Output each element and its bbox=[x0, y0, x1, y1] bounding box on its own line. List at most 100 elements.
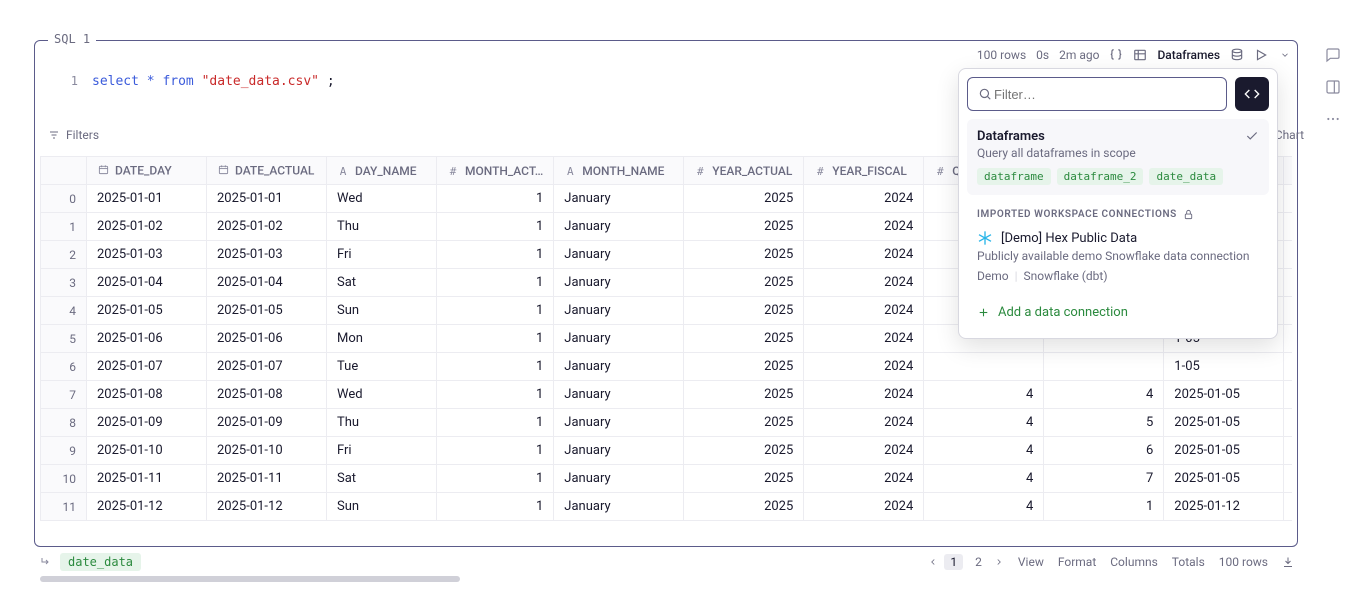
cell[interactable]: 2025 bbox=[684, 297, 804, 325]
cell[interactable]: January bbox=[554, 325, 684, 353]
column-header[interactable]: DATE_DAY bbox=[87, 157, 207, 185]
cell[interactable]: 1 bbox=[437, 213, 554, 241]
cell[interactable]: 2024 bbox=[804, 409, 924, 437]
cell[interactable]: Thu bbox=[327, 409, 437, 437]
cell[interactable]: 2025-01-02 bbox=[87, 213, 207, 241]
filter-input[interactable] bbox=[992, 86, 1216, 103]
cell[interactable]: Wed bbox=[327, 381, 437, 409]
filters-button[interactable]: Filters bbox=[48, 128, 99, 142]
cell[interactable]: January bbox=[554, 269, 684, 297]
cell[interactable]: January bbox=[554, 437, 684, 465]
cell[interactable]: 2025-01-09 bbox=[207, 409, 327, 437]
column-header[interactable]: #MONTH_ACT… bbox=[437, 157, 554, 185]
cell[interactable]: January bbox=[554, 465, 684, 493]
cell[interactable]: 2025-01-04 bbox=[207, 269, 327, 297]
data-source-label[interactable]: Dataframes bbox=[1157, 48, 1220, 62]
footer-totals[interactable]: Totals bbox=[1172, 555, 1205, 569]
cell[interactable]: Thu bbox=[327, 213, 437, 241]
cell[interactable]: 2025 bbox=[684, 213, 804, 241]
code-toggle-button[interactable] bbox=[1235, 77, 1269, 111]
cell[interactable]: 2025-01-05 bbox=[87, 297, 207, 325]
cell[interactable]: 2024 bbox=[804, 269, 924, 297]
dataframe-pill[interactable]: date_data bbox=[1149, 168, 1223, 185]
cell[interactable]: 1 bbox=[437, 437, 554, 465]
cell[interactable]: 2025-01-12 bbox=[207, 493, 327, 521]
connection-item[interactable]: [Demo] Hex Public Data Publicly availabl… bbox=[967, 224, 1269, 289]
cell[interactable]: 2025-01-03 bbox=[87, 241, 207, 269]
braces-icon[interactable] bbox=[1109, 48, 1123, 62]
cell[interactable]: 1-05 bbox=[1164, 353, 1284, 381]
cell[interactable]: 2025-01-11 bbox=[207, 465, 327, 493]
cell[interactable]: January bbox=[554, 409, 684, 437]
add-column-button[interactable] bbox=[1284, 157, 1292, 185]
cell[interactable]: Fri bbox=[327, 241, 437, 269]
cell[interactable]: 2024 bbox=[804, 241, 924, 269]
table-row[interactable]: 82025-01-092025-01-09Thu1January20252024… bbox=[41, 409, 1293, 437]
cell[interactable]: 2025 bbox=[684, 381, 804, 409]
cell[interactable]: 4 bbox=[924, 465, 1044, 493]
cell[interactable]: 4 bbox=[924, 381, 1044, 409]
footer-view[interactable]: View bbox=[1018, 555, 1044, 569]
cell[interactable]: 4 bbox=[924, 437, 1044, 465]
footer-format[interactable]: Format bbox=[1058, 555, 1096, 569]
cell[interactable]: January bbox=[554, 493, 684, 521]
page-prev[interactable] bbox=[928, 557, 938, 567]
table-row[interactable]: 102025-01-112025-01-11Sat1January2025202… bbox=[41, 465, 1293, 493]
cell[interactable]: 1 bbox=[437, 297, 554, 325]
cell[interactable]: 2025-01-05 bbox=[1164, 465, 1284, 493]
cell[interactable]: 2024 bbox=[804, 381, 924, 409]
output-variable[interactable]: date_data bbox=[60, 553, 141, 571]
cell[interactable]: Sun bbox=[327, 493, 437, 521]
cell[interactable]: 1 bbox=[437, 269, 554, 297]
cell[interactable]: January bbox=[554, 381, 684, 409]
column-header[interactable]: AMONTH_NAME bbox=[554, 157, 684, 185]
cell[interactable]: 7 bbox=[1044, 465, 1164, 493]
cell[interactable]: Sat bbox=[327, 269, 437, 297]
cell[interactable]: 1 bbox=[437, 185, 554, 213]
cell[interactable]: January bbox=[554, 241, 684, 269]
table-icon[interactable] bbox=[1133, 48, 1147, 62]
cell[interactable]: 2025-01-05 bbox=[207, 297, 327, 325]
cell[interactable]: 2025 bbox=[684, 325, 804, 353]
cell[interactable]: 1 bbox=[437, 465, 554, 493]
cell[interactable]: January bbox=[554, 185, 684, 213]
cell[interactable]: Sun bbox=[327, 297, 437, 325]
cell[interactable]: 2024 bbox=[804, 185, 924, 213]
cell[interactable]: 5 bbox=[1044, 409, 1164, 437]
table-row[interactable]: 62025-01-072025-01-07Tue1January20252024… bbox=[41, 353, 1293, 381]
dataframe-pill[interactable]: dataframe_2 bbox=[1057, 168, 1144, 185]
column-header[interactable]: DATE_ACTUAL bbox=[207, 157, 327, 185]
page-next[interactable] bbox=[994, 557, 1004, 567]
cell[interactable]: Tue bbox=[327, 353, 437, 381]
cell[interactable]: 2024 bbox=[804, 325, 924, 353]
cell[interactable]: Fri bbox=[327, 437, 437, 465]
cell[interactable]: 2025-01-07 bbox=[207, 353, 327, 381]
cell[interactable]: 2025-01-08 bbox=[207, 381, 327, 409]
cell[interactable]: 2025 bbox=[684, 409, 804, 437]
more-icon[interactable] bbox=[1324, 110, 1342, 128]
comment-icon[interactable] bbox=[1324, 46, 1342, 64]
cell[interactable]: 1 bbox=[437, 493, 554, 521]
table-row[interactable]: 72025-01-082025-01-08Wed1January20252024… bbox=[41, 381, 1293, 409]
cell[interactable]: January bbox=[554, 213, 684, 241]
cell[interactable]: 2025-01-03 bbox=[207, 241, 327, 269]
cell[interactable]: 2025 bbox=[684, 353, 804, 381]
page-2[interactable]: 2 bbox=[969, 554, 988, 570]
dataframe-pill[interactable]: dataframe bbox=[977, 168, 1051, 185]
cell[interactable]: 2025 bbox=[684, 241, 804, 269]
cell[interactable]: 2025 bbox=[684, 185, 804, 213]
cell[interactable]: 1 bbox=[437, 381, 554, 409]
cell[interactable]: 2025-01-07 bbox=[87, 353, 207, 381]
cell[interactable]: 2025-01-04 bbox=[87, 269, 207, 297]
cell[interactable]: 2025-01-01 bbox=[87, 185, 207, 213]
cell[interactable]: 2025 bbox=[684, 493, 804, 521]
table-row[interactable]: 92025-01-102025-01-10Fri1January20252024… bbox=[41, 437, 1293, 465]
cell[interactable]: 2025 bbox=[684, 269, 804, 297]
cell[interactable] bbox=[1044, 353, 1164, 381]
cell[interactable]: 2024 bbox=[804, 297, 924, 325]
cell[interactable]: 2024 bbox=[804, 213, 924, 241]
cell[interactable]: 2025-01-09 bbox=[87, 409, 207, 437]
layout-icon[interactable] bbox=[1324, 78, 1342, 96]
cell[interactable]: 2025-01-10 bbox=[87, 437, 207, 465]
cell[interactable]: Sat bbox=[327, 465, 437, 493]
